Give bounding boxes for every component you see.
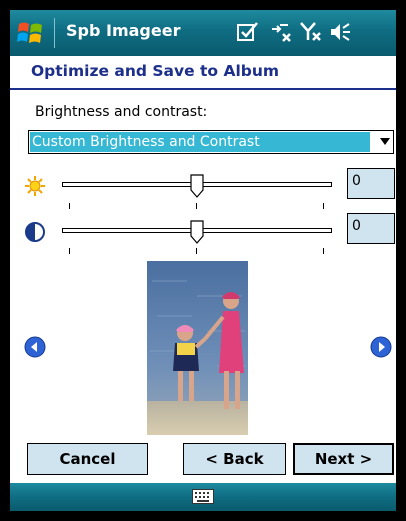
keyboard-icon[interactable] [192,489,214,504]
title-separator [54,18,55,48]
connectivity-icon[interactable] [268,19,294,45]
slider-tick [196,248,197,254]
checkbox-edit-icon[interactable] [235,19,261,45]
next-button[interactable]: Next > [293,443,394,475]
back-button[interactable]: < Back [183,443,286,475]
brightness-slider-thumb[interactable] [190,174,204,198]
title-divider [10,88,396,90]
previous-image-icon[interactable] [24,336,46,358]
sun-icon [25,176,45,196]
brightness-value-field[interactable]: 0 [347,168,395,199]
slider-tick [69,203,70,209]
contrast-slider-thumb[interactable] [190,220,204,244]
cancel-button[interactable]: Cancel [27,443,148,475]
slider-tick [323,203,324,209]
windows-start-icon[interactable] [16,18,46,48]
chevron-down-icon[interactable] [380,138,390,145]
page-title: Optimize and Save to Album [31,62,280,80]
brightness-contrast-label: Brightness and contrast: [35,104,208,120]
app-title: Spb Imageer [66,21,181,40]
slider-tick [196,203,197,209]
slider-tick [323,248,324,254]
title-bar: Spb Imageer [10,10,396,56]
device-screen: Spb Imageer Optimize and Save to Album B… [10,10,396,511]
brightness-contrast-dropdown[interactable]: Custom Brightness and Contrast [28,130,394,154]
speaker-icon[interactable] [328,19,354,45]
menu-bar [10,483,396,511]
slider-tick [69,248,70,254]
signal-off-icon[interactable] [298,19,324,45]
next-image-icon[interactable] [370,336,392,358]
contrast-icon [25,222,45,242]
photo-preview [147,261,248,435]
contrast-value-field[interactable]: 0 [347,213,395,244]
dropdown-selected-value: Custom Brightness and Contrast [30,132,370,152]
